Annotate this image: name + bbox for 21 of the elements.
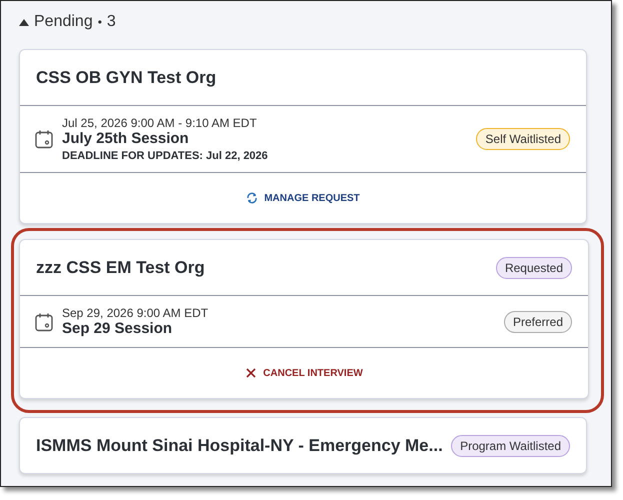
session-datetime: Jul 25, 2026 9:00 AM - 9:10 AM EDT (62, 116, 258, 130)
count-label: 3 (106, 13, 116, 31)
separator-dot: • (98, 15, 102, 29)
org-title: zzz CSS EM Test Org (36, 258, 205, 278)
status-badge: Program Waitlisted (451, 434, 570, 456)
deadline-text: DEADLINE FOR UPDATES: Jul 22, 2026 (62, 150, 269, 162)
session-name: July 25th Session (62, 130, 190, 147)
cancel-button[interactable]: CANCEL INTERVIEW (241, 363, 367, 383)
org-title: CSS OB GYN Test Org (36, 68, 216, 88)
section-label[interactable]: Pending (34, 13, 93, 31)
calendar-icon (34, 129, 54, 149)
refresh-icon (246, 192, 258, 204)
session-datetime: Sep 29, 2026 9:00 AM EDT (62, 306, 210, 320)
status-badge: Preferred (504, 310, 572, 332)
close-icon (245, 367, 258, 379)
status-badge: Self Waitlisted (476, 128, 570, 150)
org-title: ISMMS Mount Sinai Hospital-NY - Emergency Me... (36, 436, 443, 456)
calendar-icon (34, 312, 54, 332)
status-badge: Requested (496, 256, 572, 278)
manage-button[interactable]: MANAGE REQUEST (242, 188, 364, 208)
session-name: Sep 29 Session (62, 320, 174, 337)
